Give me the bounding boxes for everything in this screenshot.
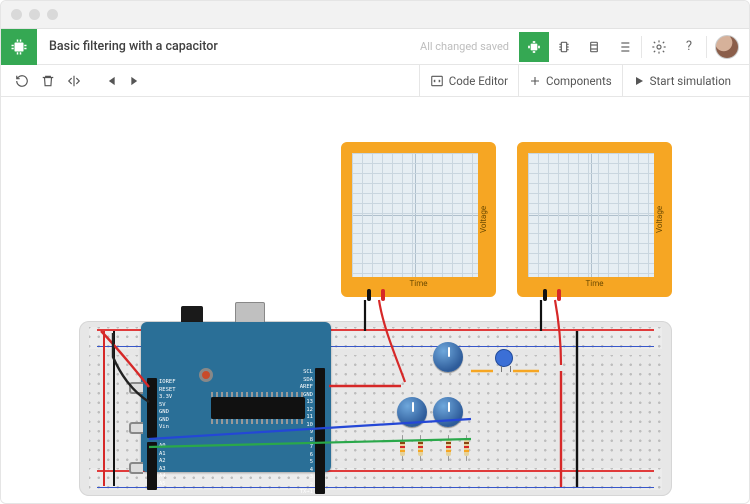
wires-layer bbox=[1, 97, 749, 503]
code-editor-label: Code Editor bbox=[449, 74, 508, 88]
mirror-button[interactable] bbox=[61, 68, 87, 94]
skip-back-icon bbox=[103, 74, 117, 88]
delete-button[interactable] bbox=[35, 68, 61, 94]
undo-button[interactable] bbox=[9, 68, 35, 94]
mirror-icon bbox=[67, 74, 81, 88]
wire-red[interactable] bbox=[555, 300, 561, 365]
undo-icon bbox=[15, 74, 29, 88]
chip-icon bbox=[526, 39, 542, 55]
app-logo-badge[interactable] bbox=[1, 29, 37, 65]
design-canvas[interactable]: IOREFRESET3.3V5VGNDGNDVin A0A1A2A3A4A5 S… bbox=[1, 97, 749, 503]
plus-icon bbox=[529, 75, 541, 87]
play-icon bbox=[633, 75, 645, 87]
user-avatar[interactable] bbox=[715, 35, 739, 59]
macos-titlebar bbox=[1, 1, 749, 29]
skip-forward-icon bbox=[129, 74, 143, 88]
settings-button[interactable] bbox=[644, 32, 674, 62]
secondary-toolbar: Code Editor Components Start simulation bbox=[1, 65, 749, 97]
code-icon bbox=[430, 74, 444, 88]
project-title[interactable]: Basic filtering with a capacitor bbox=[37, 39, 230, 54]
components-button[interactable]: Components bbox=[518, 65, 622, 96]
divider bbox=[641, 36, 642, 58]
view-list-button[interactable] bbox=[609, 32, 639, 62]
top-toolbar: Basic filtering with a capacitor All cha… bbox=[1, 29, 749, 65]
question-icon: ? bbox=[686, 39, 692, 54]
save-status: All changed saved bbox=[420, 40, 519, 53]
divider bbox=[706, 36, 707, 58]
view-ic-button[interactable] bbox=[549, 32, 579, 62]
traffic-light-close[interactable] bbox=[11, 9, 22, 20]
help-button[interactable]: ? bbox=[674, 32, 704, 62]
wire-red[interactable] bbox=[379, 300, 405, 382]
list-icon bbox=[616, 39, 632, 55]
wire-black[interactable] bbox=[113, 333, 149, 402]
ic-icon bbox=[556, 39, 572, 55]
view-schematic-button[interactable] bbox=[519, 32, 549, 62]
app-window: Basic filtering with a capacitor All cha… bbox=[0, 0, 750, 504]
components-label: Components bbox=[546, 74, 612, 88]
trash-icon bbox=[41, 74, 55, 88]
skip-forward-button[interactable] bbox=[123, 68, 149, 94]
wire-green[interactable] bbox=[149, 439, 471, 447]
skip-back-button[interactable] bbox=[97, 68, 123, 94]
code-editor-button[interactable]: Code Editor bbox=[419, 65, 518, 96]
start-simulation-label: Start simulation bbox=[650, 74, 731, 88]
chip-icon bbox=[10, 38, 28, 56]
gear-icon bbox=[651, 39, 667, 55]
wire-blue[interactable] bbox=[149, 419, 471, 439]
traffic-light-minimize[interactable] bbox=[29, 9, 40, 20]
traffic-light-zoom[interactable] bbox=[47, 9, 58, 20]
start-simulation-button[interactable]: Start simulation bbox=[622, 65, 741, 96]
ic-outline-icon bbox=[586, 39, 602, 55]
view-ic-outline-button[interactable] bbox=[579, 32, 609, 62]
